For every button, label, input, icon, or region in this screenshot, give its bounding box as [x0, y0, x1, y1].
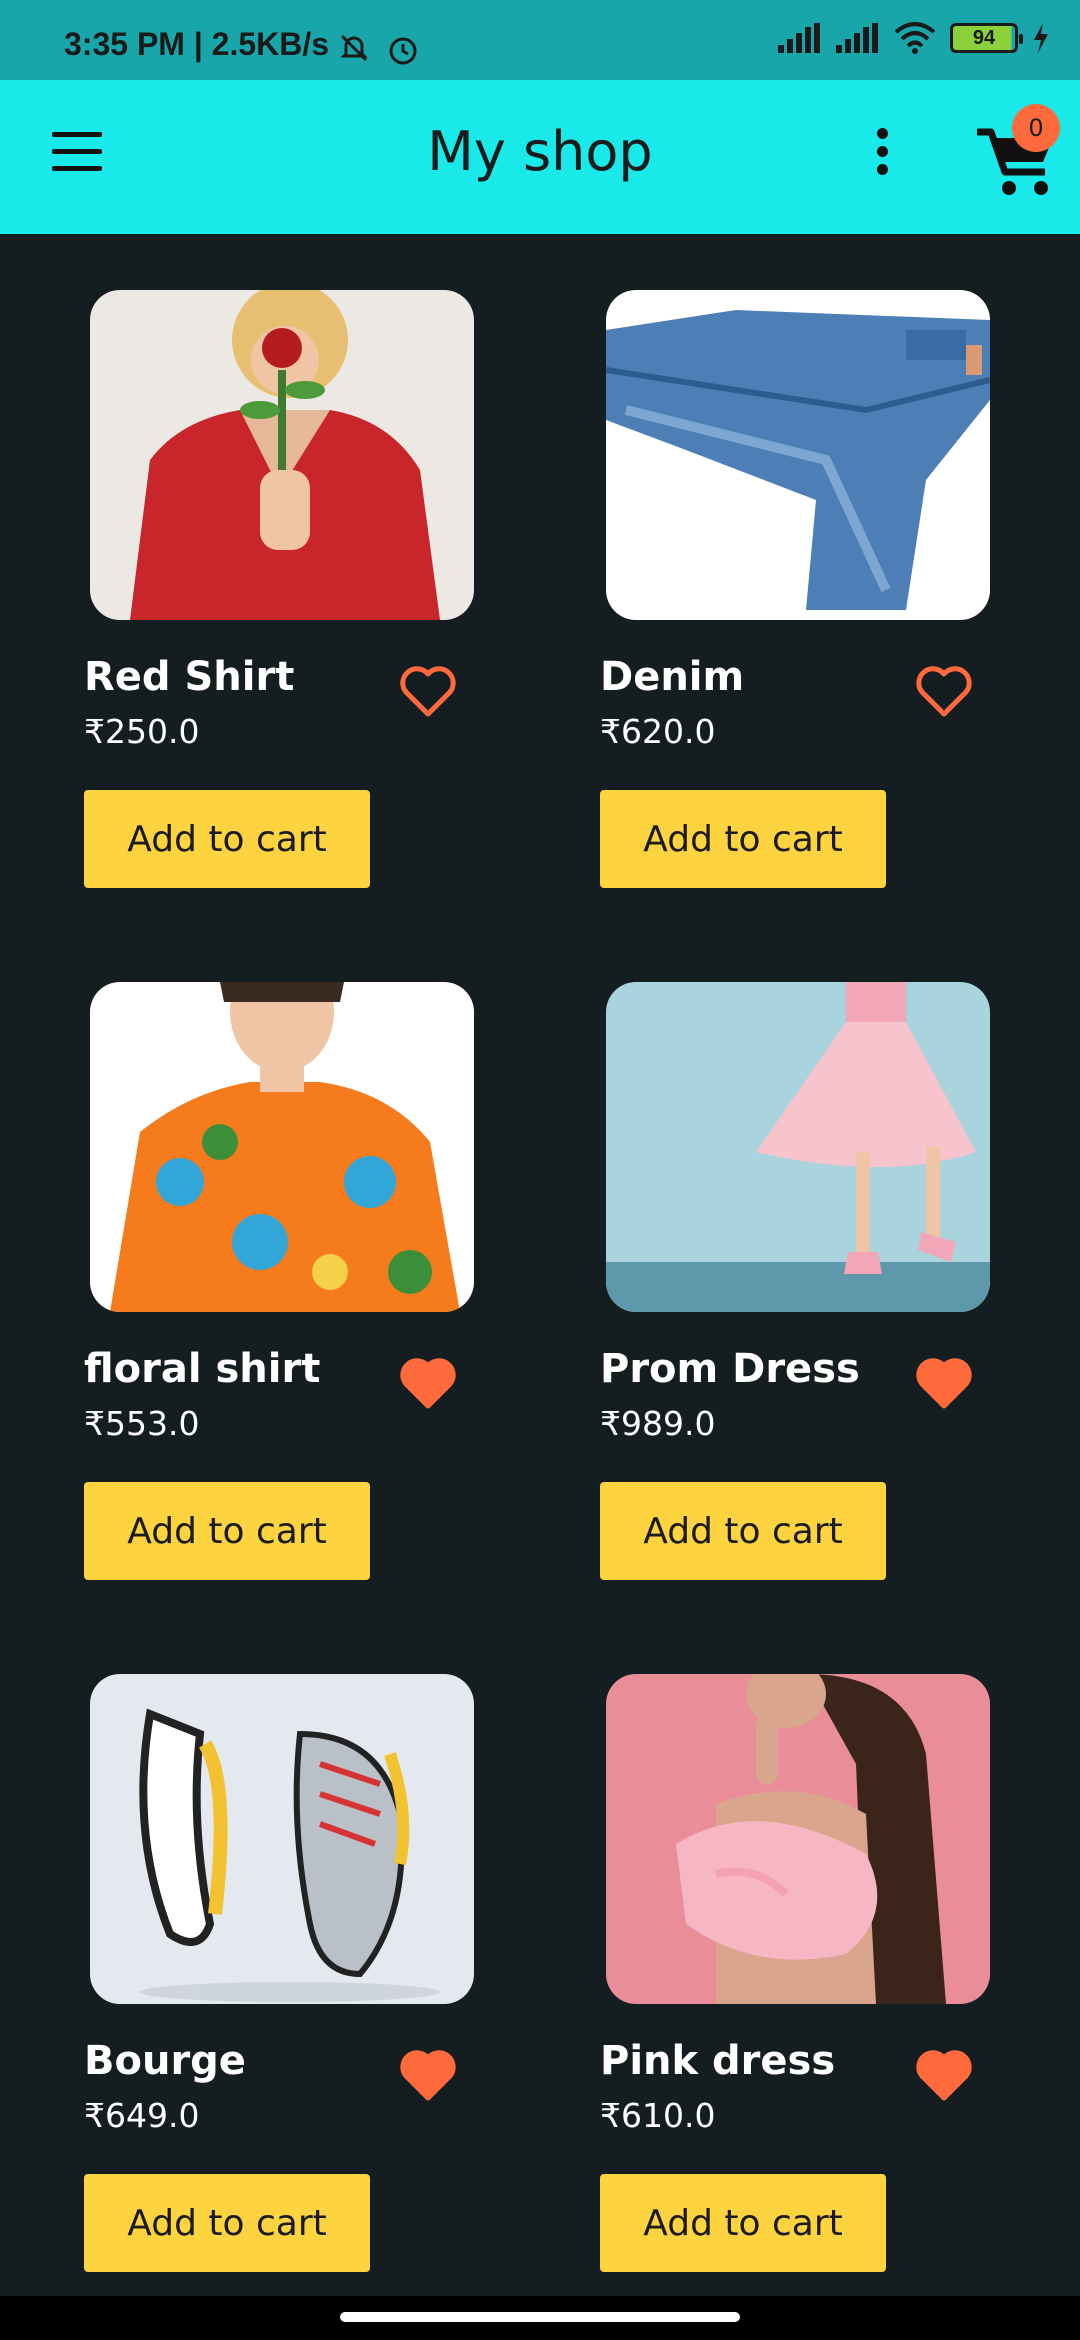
status-icons: 94	[778, 22, 1050, 54]
signal-icon-2	[836, 23, 878, 53]
product-card[interactable]: floral shirt ₹553.0 Add to cart	[84, 926, 484, 1580]
battery-indicator: 94	[950, 23, 1023, 53]
product-name: Pink dress	[600, 2038, 836, 2084]
heart-outline-icon[interactable]	[398, 664, 458, 720]
product-price: ₹250.0	[84, 712, 200, 751]
bell-muted-icon	[340, 34, 368, 62]
product-card[interactable]: Bourge ₹649.0 Add to cart	[84, 1618, 484, 2272]
heart-filled-icon[interactable]	[914, 2048, 974, 2104]
more-dot	[876, 146, 888, 157]
product-card[interactable]: Red Shirt ₹250.0 Add to cart	[84, 234, 484, 888]
app-bar: My shop	[0, 80, 1080, 234]
heart-outline-icon[interactable]	[914, 664, 974, 720]
product-card[interactable]: Denim ₹620.0 Add to cart	[600, 234, 1000, 888]
product-image[interactable]	[606, 1674, 990, 2004]
more-dot	[876, 164, 888, 175]
more-options-button[interactable]	[862, 128, 902, 188]
add-to-cart-button[interactable]: Add to cart	[84, 1482, 370, 1580]
status-time: 3:35 PM | 2.5KB/s	[64, 26, 330, 62]
product-name: Prom Dress	[600, 1346, 860, 1392]
pink-prom-dress	[606, 982, 990, 1312]
product-image[interactable]	[90, 982, 474, 1312]
add-to-cart-button[interactable]: Add to cart	[600, 790, 886, 888]
product-name: Denim	[600, 654, 745, 700]
blue-denim-jeans	[606, 290, 990, 620]
wifi-icon	[894, 22, 936, 54]
home-indicator[interactable]	[340, 2312, 740, 2322]
cart-count-badge: 0	[1012, 104, 1060, 152]
status-bar: 3:35 PM | 2.5KB/s 94	[0, 0, 1080, 80]
add-to-cart-button[interactable]: Add to cart	[84, 2174, 370, 2272]
heart-filled-icon[interactable]	[914, 1356, 974, 1412]
add-to-cart-button[interactable]: Add to cart	[600, 1482, 886, 1580]
product-image[interactable]	[90, 290, 474, 620]
product-price: ₹553.0	[84, 1404, 200, 1443]
product-image[interactable]	[606, 290, 990, 620]
heart-filled-icon[interactable]	[398, 1356, 458, 1412]
product-price: ₹620.0	[600, 712, 716, 751]
product-name: Bourge	[84, 2038, 246, 2084]
product-card[interactable]: Prom Dress ₹989.0 Add to cart	[600, 926, 1000, 1580]
sneakers	[90, 1674, 474, 2004]
product-price: ₹989.0	[600, 1404, 716, 1443]
heart-filled-icon[interactable]	[398, 2048, 458, 2104]
add-to-cart-button[interactable]: Add to cart	[84, 790, 370, 888]
product-image[interactable]	[606, 982, 990, 1312]
product-card[interactable]: Pink dress ₹610.0 Add to cart	[600, 1618, 1000, 2272]
charging-icon	[1034, 23, 1048, 53]
man-in-red-shirt-holding-rose	[90, 290, 474, 620]
alarm-icon	[389, 37, 417, 65]
product-price: ₹610.0	[600, 2096, 716, 2135]
battery-level: 94	[972, 26, 996, 49]
product-image[interactable]	[90, 1674, 474, 2004]
product-name: Red Shirt	[84, 654, 295, 700]
woman-in-pink-dress	[606, 1674, 990, 2004]
product-price: ₹649.0	[84, 2096, 200, 2135]
page-title: My shop	[427, 120, 653, 183]
man-in-floral-shirt	[90, 982, 474, 1312]
add-to-cart-button[interactable]: Add to cart	[600, 2174, 886, 2272]
more-dot	[876, 128, 888, 139]
product-name: floral shirt	[84, 1346, 321, 1392]
signal-icon	[778, 23, 820, 53]
